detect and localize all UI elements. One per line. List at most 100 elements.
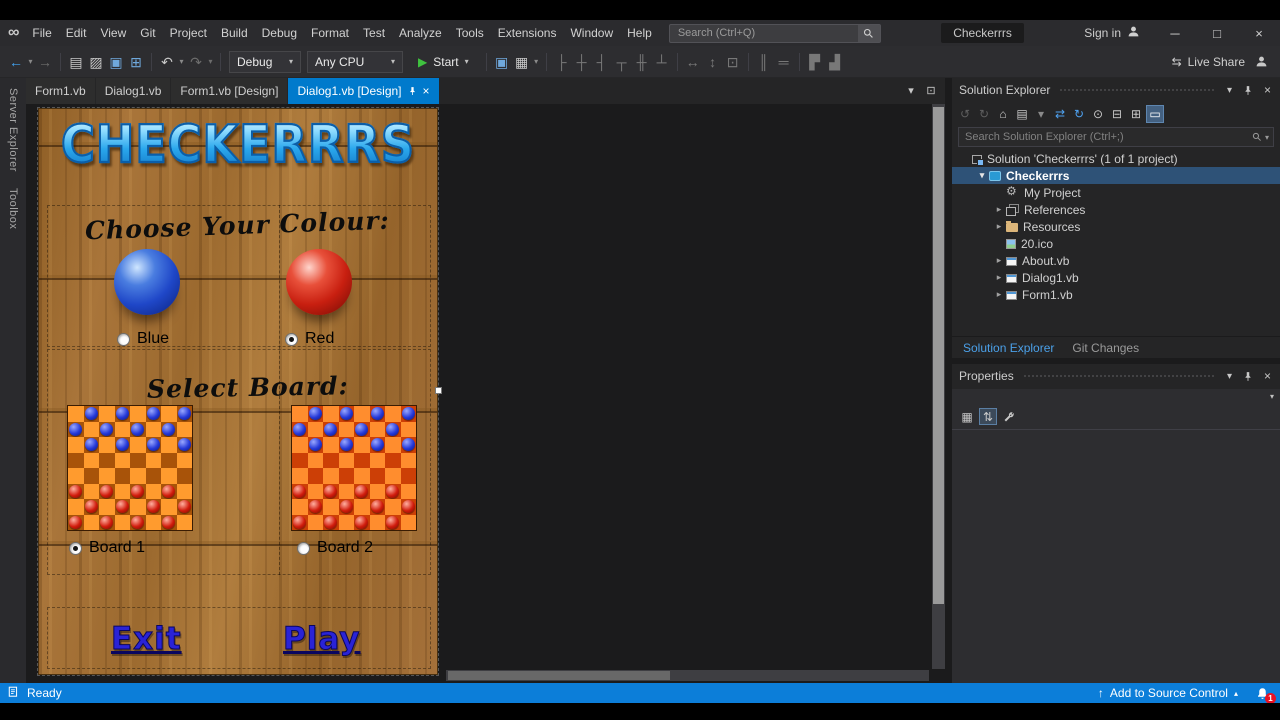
menu-item-build[interactable]: Build bbox=[214, 26, 255, 40]
exit-link[interactable]: Exit bbox=[111, 621, 182, 658]
form-resize-handle[interactable] bbox=[435, 387, 442, 394]
chevron-down-icon[interactable]: ▾ bbox=[1225, 85, 1234, 96]
red-sphere-image[interactable] bbox=[286, 249, 352, 315]
panel-tab-git-changes[interactable]: Git Changes bbox=[1063, 341, 1148, 355]
sync-with-active-document-icon[interactable]: ⇄ bbox=[1051, 105, 1069, 123]
grid-caret-icon[interactable]: ▾ bbox=[532, 51, 541, 73]
nesting-icon[interactable]: ⊙ bbox=[1089, 105, 1107, 123]
save-icon[interactable]: ▣ bbox=[106, 51, 126, 73]
blue-sphere-image[interactable] bbox=[114, 249, 180, 315]
navigate-forward-icon[interactable]: → bbox=[35, 51, 55, 73]
pin-icon[interactable] bbox=[1241, 85, 1255, 96]
start-debugging-button[interactable]: ▶ Start ▾ bbox=[410, 50, 477, 74]
same-size-icon[interactable]: ⊡ bbox=[723, 51, 743, 73]
align-bottoms-icon[interactable]: ┴ bbox=[652, 51, 672, 73]
board1-image[interactable] bbox=[67, 405, 193, 531]
align-centers-icon[interactable]: ┼ bbox=[572, 51, 592, 73]
close-icon[interactable]: × bbox=[423, 84, 430, 98]
undo-icon[interactable]: ↶ bbox=[157, 51, 177, 73]
search-icon[interactable]: ▾ bbox=[1248, 132, 1273, 142]
navigate-back-icon[interactable]: ← bbox=[6, 51, 26, 73]
tree-item-dialog1-vb[interactable]: ▸ Dialog1.vb bbox=[952, 269, 1280, 286]
tree-item-references[interactable]: ▸ References bbox=[952, 201, 1280, 218]
select-board-label[interactable]: Select Board: bbox=[147, 371, 349, 404]
chevron-collapsed-icon[interactable]: ▸ bbox=[992, 272, 1006, 283]
logo-label[interactable]: CHECKERRRS bbox=[39, 113, 437, 176]
chevron-down-icon[interactable]: ▾ bbox=[1225, 371, 1234, 382]
alphabetical-icon[interactable]: ⇅ bbox=[979, 408, 997, 425]
radio-board1[interactable]: Board 1 bbox=[69, 539, 145, 557]
menu-item-extensions[interactable]: Extensions bbox=[491, 26, 564, 40]
radio-red[interactable]: Red bbox=[285, 330, 334, 348]
board2-image[interactable] bbox=[291, 405, 417, 531]
chevron-down-icon[interactable]: ▾ bbox=[1265, 133, 1269, 142]
pin-icon[interactable] bbox=[1241, 371, 1255, 382]
align-lefts-icon[interactable]: ├ bbox=[552, 51, 572, 73]
refresh-icon[interactable]: ↻ bbox=[1070, 105, 1088, 123]
window-layout-icon[interactable]: ⊡ bbox=[921, 80, 941, 102]
tree-item-checkerrrs[interactable]: ▾ Checkerrrs bbox=[952, 167, 1280, 184]
menu-item-view[interactable]: View bbox=[93, 26, 133, 40]
align-rights-icon[interactable]: ┤ bbox=[592, 51, 612, 73]
switch-views-icon[interactable]: ▤ bbox=[1013, 105, 1031, 123]
tab-form1-vb[interactable]: Form1.vb bbox=[26, 78, 96, 104]
bring-to-front-icon[interactable]: ▛ bbox=[805, 51, 825, 73]
redo-icon[interactable]: ↷ bbox=[186, 51, 206, 73]
chevron-collapsed-icon[interactable]: ▸ bbox=[992, 204, 1006, 215]
horizontal-scrollbar-thumb[interactable] bbox=[448, 671, 671, 680]
open-file-icon[interactable]: ▨ bbox=[86, 51, 106, 73]
maximize-button[interactable]: □ bbox=[1196, 20, 1238, 46]
form-designer-surface[interactable]: CHECKERRRS Choose Your Colour: Blue Red bbox=[26, 104, 945, 683]
radio-circle[interactable] bbox=[285, 332, 298, 346]
quick-search-box[interactable]: Search (Ctrl+Q) bbox=[668, 23, 881, 43]
home-icon[interactable]: ⌂ bbox=[994, 105, 1012, 123]
add-to-source-control-button[interactable]: Add to Source Control bbox=[1110, 686, 1228, 700]
menu-item-project[interactable]: Project bbox=[163, 26, 214, 40]
history-back-icon[interactable]: ↺ bbox=[956, 105, 974, 123]
side-tab-server-explorer[interactable]: Server Explorer bbox=[7, 88, 19, 172]
radio-circle[interactable] bbox=[69, 541, 82, 555]
menu-item-analyze[interactable]: Analyze bbox=[392, 26, 449, 40]
minimize-button[interactable]: ─ bbox=[1154, 20, 1196, 46]
horizontal-scrollbar[interactable] bbox=[446, 670, 929, 681]
menu-item-file[interactable]: File bbox=[25, 26, 58, 40]
tree-item-20-ico[interactable]: 20.ico bbox=[952, 235, 1280, 252]
sign-in-button[interactable]: Sign in bbox=[1084, 25, 1140, 41]
history-forward-icon[interactable]: ↻ bbox=[975, 105, 993, 123]
align-middles-icon[interactable]: ╫ bbox=[632, 51, 652, 73]
active-files-icon[interactable]: ▾ bbox=[901, 80, 921, 102]
menu-item-help[interactable]: Help bbox=[620, 26, 659, 40]
align-tops-icon[interactable]: ┬ bbox=[612, 51, 632, 73]
search-icon[interactable] bbox=[857, 24, 880, 42]
solution-platforms-dropdown[interactable]: Any CPU ▾ bbox=[307, 50, 403, 73]
panel-tab-solution-explorer[interactable]: Solution Explorer bbox=[954, 341, 1063, 355]
redo-caret-icon[interactable]: ▾ bbox=[206, 51, 215, 73]
designed-form-checkerrrs[interactable]: CHECKERRRS Choose Your Colour: Blue Red bbox=[37, 107, 442, 676]
background-tasks-icon[interactable] bbox=[8, 685, 20, 701]
feedback-icon[interactable] bbox=[1255, 55, 1268, 68]
menu-item-test[interactable]: Test bbox=[356, 26, 392, 40]
preview-selected-items-icon[interactable]: ▭ bbox=[1146, 105, 1164, 123]
switch-views-caret-icon[interactable]: ▾ bbox=[1032, 105, 1050, 123]
menu-item-window[interactable]: Window bbox=[563, 26, 620, 40]
tree-item-solution-checkerrrs-1-of-1-project[interactable]: Solution 'Checkerrrs' (1 of 1 project) bbox=[952, 150, 1280, 167]
close-button[interactable]: × bbox=[1238, 20, 1280, 46]
collapse-all-icon[interactable]: ⊟ bbox=[1108, 105, 1126, 123]
chevron-up-icon[interactable]: ▴ bbox=[1234, 689, 1238, 698]
radio-circle[interactable] bbox=[297, 541, 310, 555]
close-icon[interactable]: × bbox=[1262, 83, 1273, 97]
choose-colour-label[interactable]: Choose Your Colour: bbox=[85, 206, 391, 246]
same-height-icon[interactable]: ↕ bbox=[703, 51, 723, 73]
radio-circle[interactable] bbox=[117, 332, 130, 346]
new-project-icon[interactable]: ▤ bbox=[66, 51, 86, 73]
chevron-collapsed-icon[interactable]: ▸ bbox=[992, 221, 1006, 232]
vertical-scrollbar-thumb[interactable] bbox=[933, 107, 944, 605]
notifications-bell-icon[interactable]: 1 bbox=[1252, 684, 1276, 704]
categorized-icon[interactable]: ▦ bbox=[958, 408, 976, 425]
property-pages-icon[interactable] bbox=[1000, 408, 1018, 425]
tree-item-about-vb[interactable]: ▸ About.vb bbox=[952, 252, 1280, 269]
send-to-back-icon[interactable]: ▟ bbox=[825, 51, 845, 73]
chevron-expanded-icon[interactable]: ▾ bbox=[975, 170, 989, 181]
radio-blue[interactable]: Blue bbox=[117, 330, 169, 348]
radio-board2[interactable]: Board 2 bbox=[297, 539, 373, 557]
